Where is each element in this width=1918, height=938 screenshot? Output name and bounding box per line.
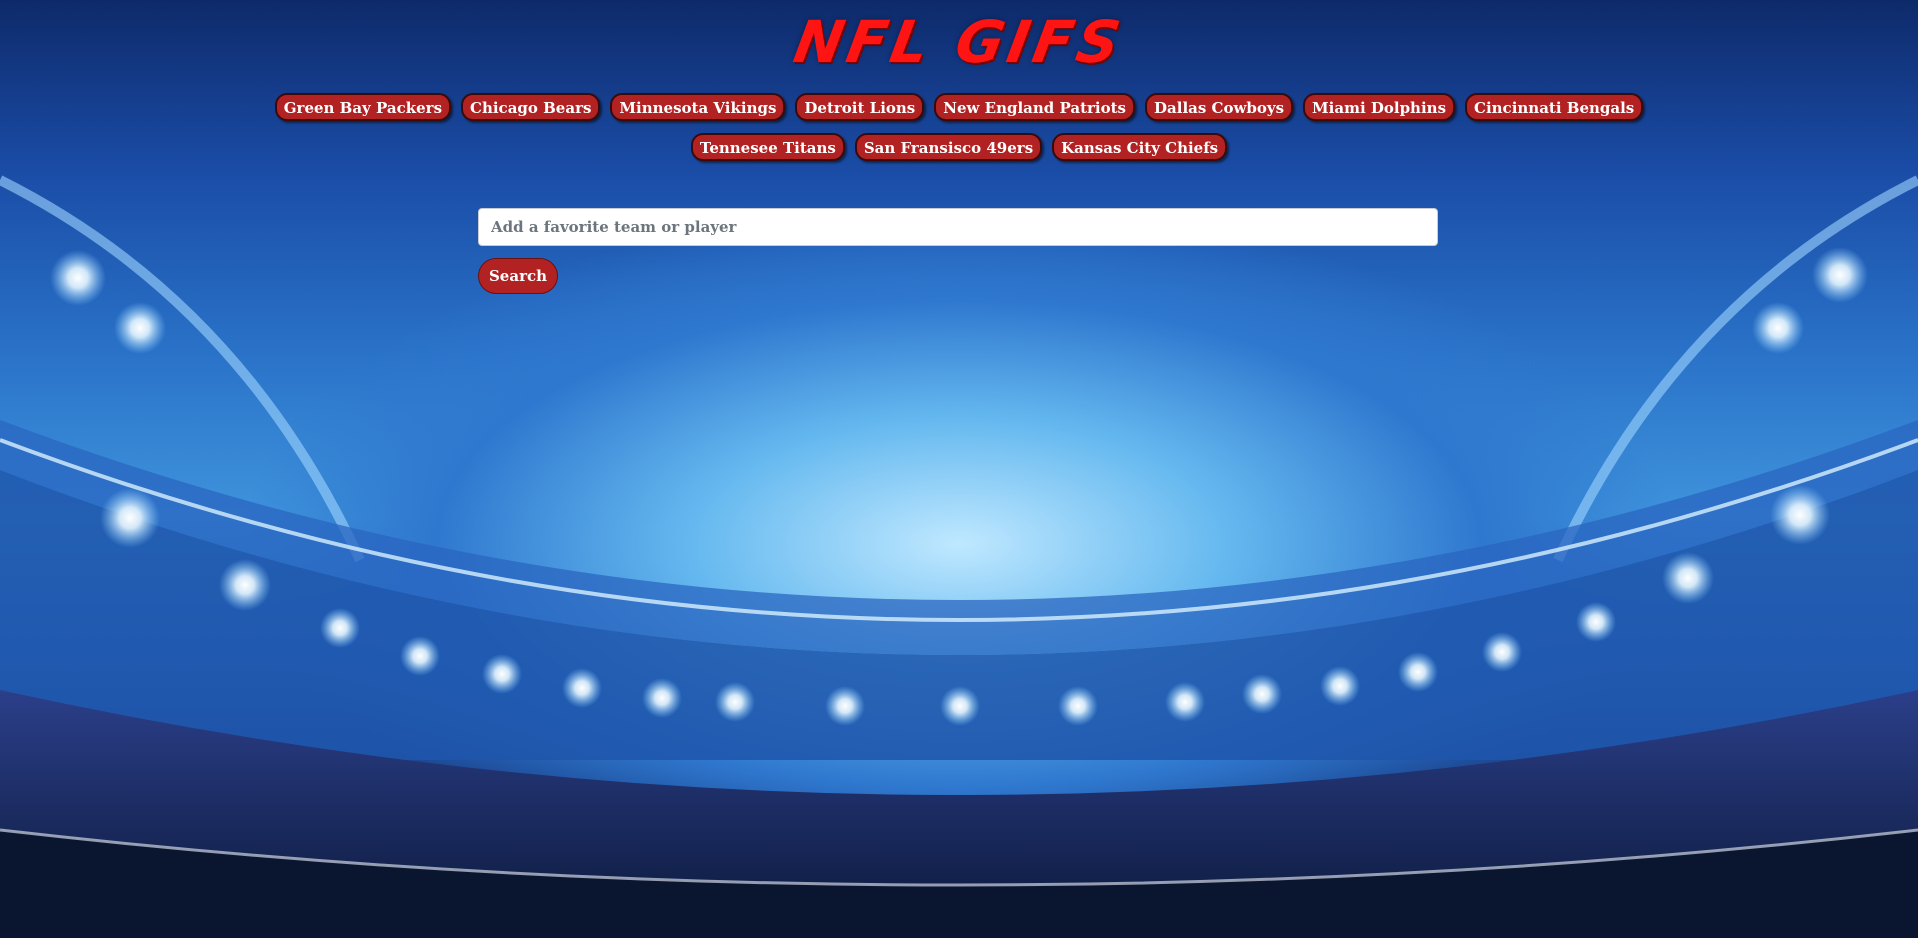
team-button-kansas-city-chiefs[interactable]: Kansas City Chiefs [1052,133,1228,161]
search-button[interactable]: Search [478,258,558,294]
team-button-miami-dolphins[interactable]: Miami Dolphins [1303,93,1456,121]
team-button-cincinnati-bengals[interactable]: Cincinnati Bengals [1465,93,1644,121]
team-button-list: Green Bay Packers Chicago Bears Minnesot… [200,93,1718,161]
team-button-chicago-bears[interactable]: Chicago Bears [461,93,601,121]
team-button-minnesota-vikings[interactable]: Minnesota Vikings [610,93,786,121]
team-button-detroit-lions[interactable]: Detroit Lions [795,93,925,121]
team-button-new-england-patriots[interactable]: New England Patriots [934,93,1136,121]
team-button-tennesee-titans[interactable]: Tennesee Titans [690,133,845,161]
team-button-san-fransisco-49ers[interactable]: San Fransisco 49ers [854,133,1043,161]
team-button-dallas-cowboys[interactable]: Dallas Cowboys [1145,93,1294,121]
search-input[interactable] [478,208,1438,246]
site-logo-title: NFL GIFS [789,8,1129,76]
team-button-green-bay-packers[interactable]: Green Bay Packers [274,93,452,121]
